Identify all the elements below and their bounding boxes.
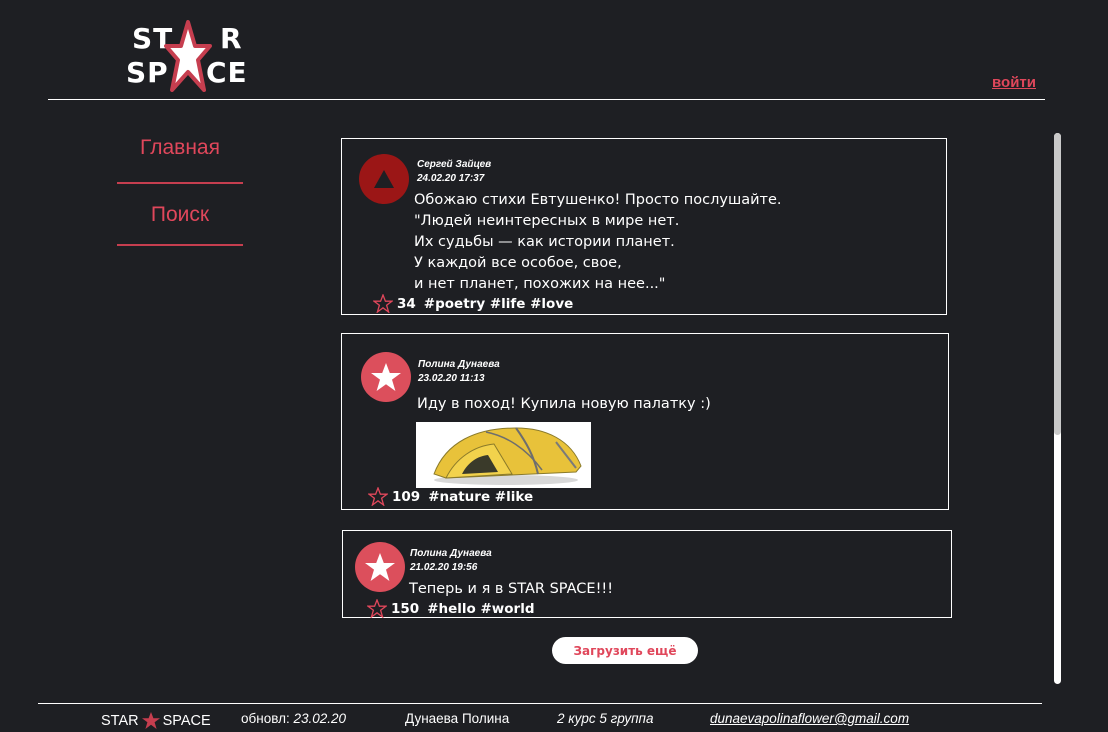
star-icon <box>371 363 401 391</box>
load-more-button[interactable]: Загрузить ещё <box>552 637 698 664</box>
nav-item-search[interactable]: Поиск <box>118 203 242 227</box>
post-image-tent[interactable] <box>416 422 591 488</box>
footer-logo-left: STAR <box>101 712 139 729</box>
star-icon <box>365 553 395 581</box>
logo-text-bottom-left: SP <box>126 56 169 89</box>
scrollbar-thumb[interactable] <box>1054 133 1061 435</box>
post-author[interactable]: Полина Дунаева <box>418 359 500 370</box>
post-text: Теперь и я в STAR SPACE!!! <box>409 581 614 597</box>
post-author[interactable]: Сергей Зайцев <box>417 159 491 170</box>
avatar[interactable] <box>359 154 409 204</box>
post-meta: 150 #hello #world <box>367 599 535 618</box>
triangle-icon <box>374 170 394 188</box>
footer-updated-date: 23.02.20 <box>293 711 347 726</box>
post-card: Полина Дунаева 21.02.20 19:56 Теперь и я… <box>342 530 952 618</box>
post-author[interactable]: Полина Дунаева <box>410 548 492 559</box>
star-icon <box>141 712 160 729</box>
footer-logo[interactable]: STAR SPACE <box>101 711 211 730</box>
footer-updated: обновл: 23.02.20 <box>241 711 346 726</box>
star-count: 34 <box>397 295 416 312</box>
footer-divider <box>38 703 1042 704</box>
post-date: 23.02.20 11:13 <box>418 373 485 384</box>
logo-text-top-right: R <box>220 22 243 55</box>
avatar[interactable] <box>361 352 411 402</box>
footer-logo-right: SPACE <box>162 712 211 729</box>
nav-divider <box>117 244 243 246</box>
post-text: Обожаю стихи Евтушенко! Просто послушайт… <box>414 192 782 292</box>
login-link[interactable]: войти <box>992 74 1036 91</box>
post-meta: 109 #nature #like <box>368 487 533 506</box>
logo[interactable]: ST R SP CE <box>122 20 254 96</box>
post-date: 21.02.20 19:56 <box>410 562 478 573</box>
avatar[interactable] <box>355 542 405 592</box>
star-count: 150 <box>391 600 420 617</box>
post-card: Сергей Зайцев 24.02.20 17:37 Обожаю стих… <box>341 138 947 315</box>
post-tags[interactable]: #hello #world <box>427 601 534 617</box>
tent-image <box>433 427 582 485</box>
star-outline-icon[interactable] <box>373 294 393 313</box>
footer-author: Дунаева Полина <box>405 711 510 726</box>
post-meta: 34 #poetry #life #love <box>373 294 573 313</box>
footer-updated-label: обновл: <box>241 711 290 726</box>
post-card: Полина Дунаева 23.02.20 11:13 Иду в похо… <box>341 333 949 510</box>
nav-divider <box>117 182 243 184</box>
logo-star-icon <box>164 20 212 92</box>
post-tags[interactable]: #nature #like <box>428 489 533 505</box>
footer-email-link[interactable]: dunaevapolinaflower@gmail.com <box>710 711 909 726</box>
page: ST R SP CE войти Главная Поиск Сергей За… <box>0 0 1108 732</box>
nav-item-home[interactable]: Главная <box>118 136 242 160</box>
post-date: 24.02.20 17:37 <box>417 173 485 184</box>
star-outline-icon[interactable] <box>367 599 387 618</box>
logo-text-bottom-right: CE <box>206 56 248 89</box>
post-tags[interactable]: #poetry #life #love <box>424 296 573 312</box>
star-count: 109 <box>392 488 421 505</box>
post-text: Иду в поход! Купила новую палатку :) <box>417 396 711 412</box>
header-divider <box>48 99 1045 100</box>
star-outline-icon[interactable] <box>368 487 388 506</box>
footer-group: 2 курс 5 группа <box>557 711 654 726</box>
